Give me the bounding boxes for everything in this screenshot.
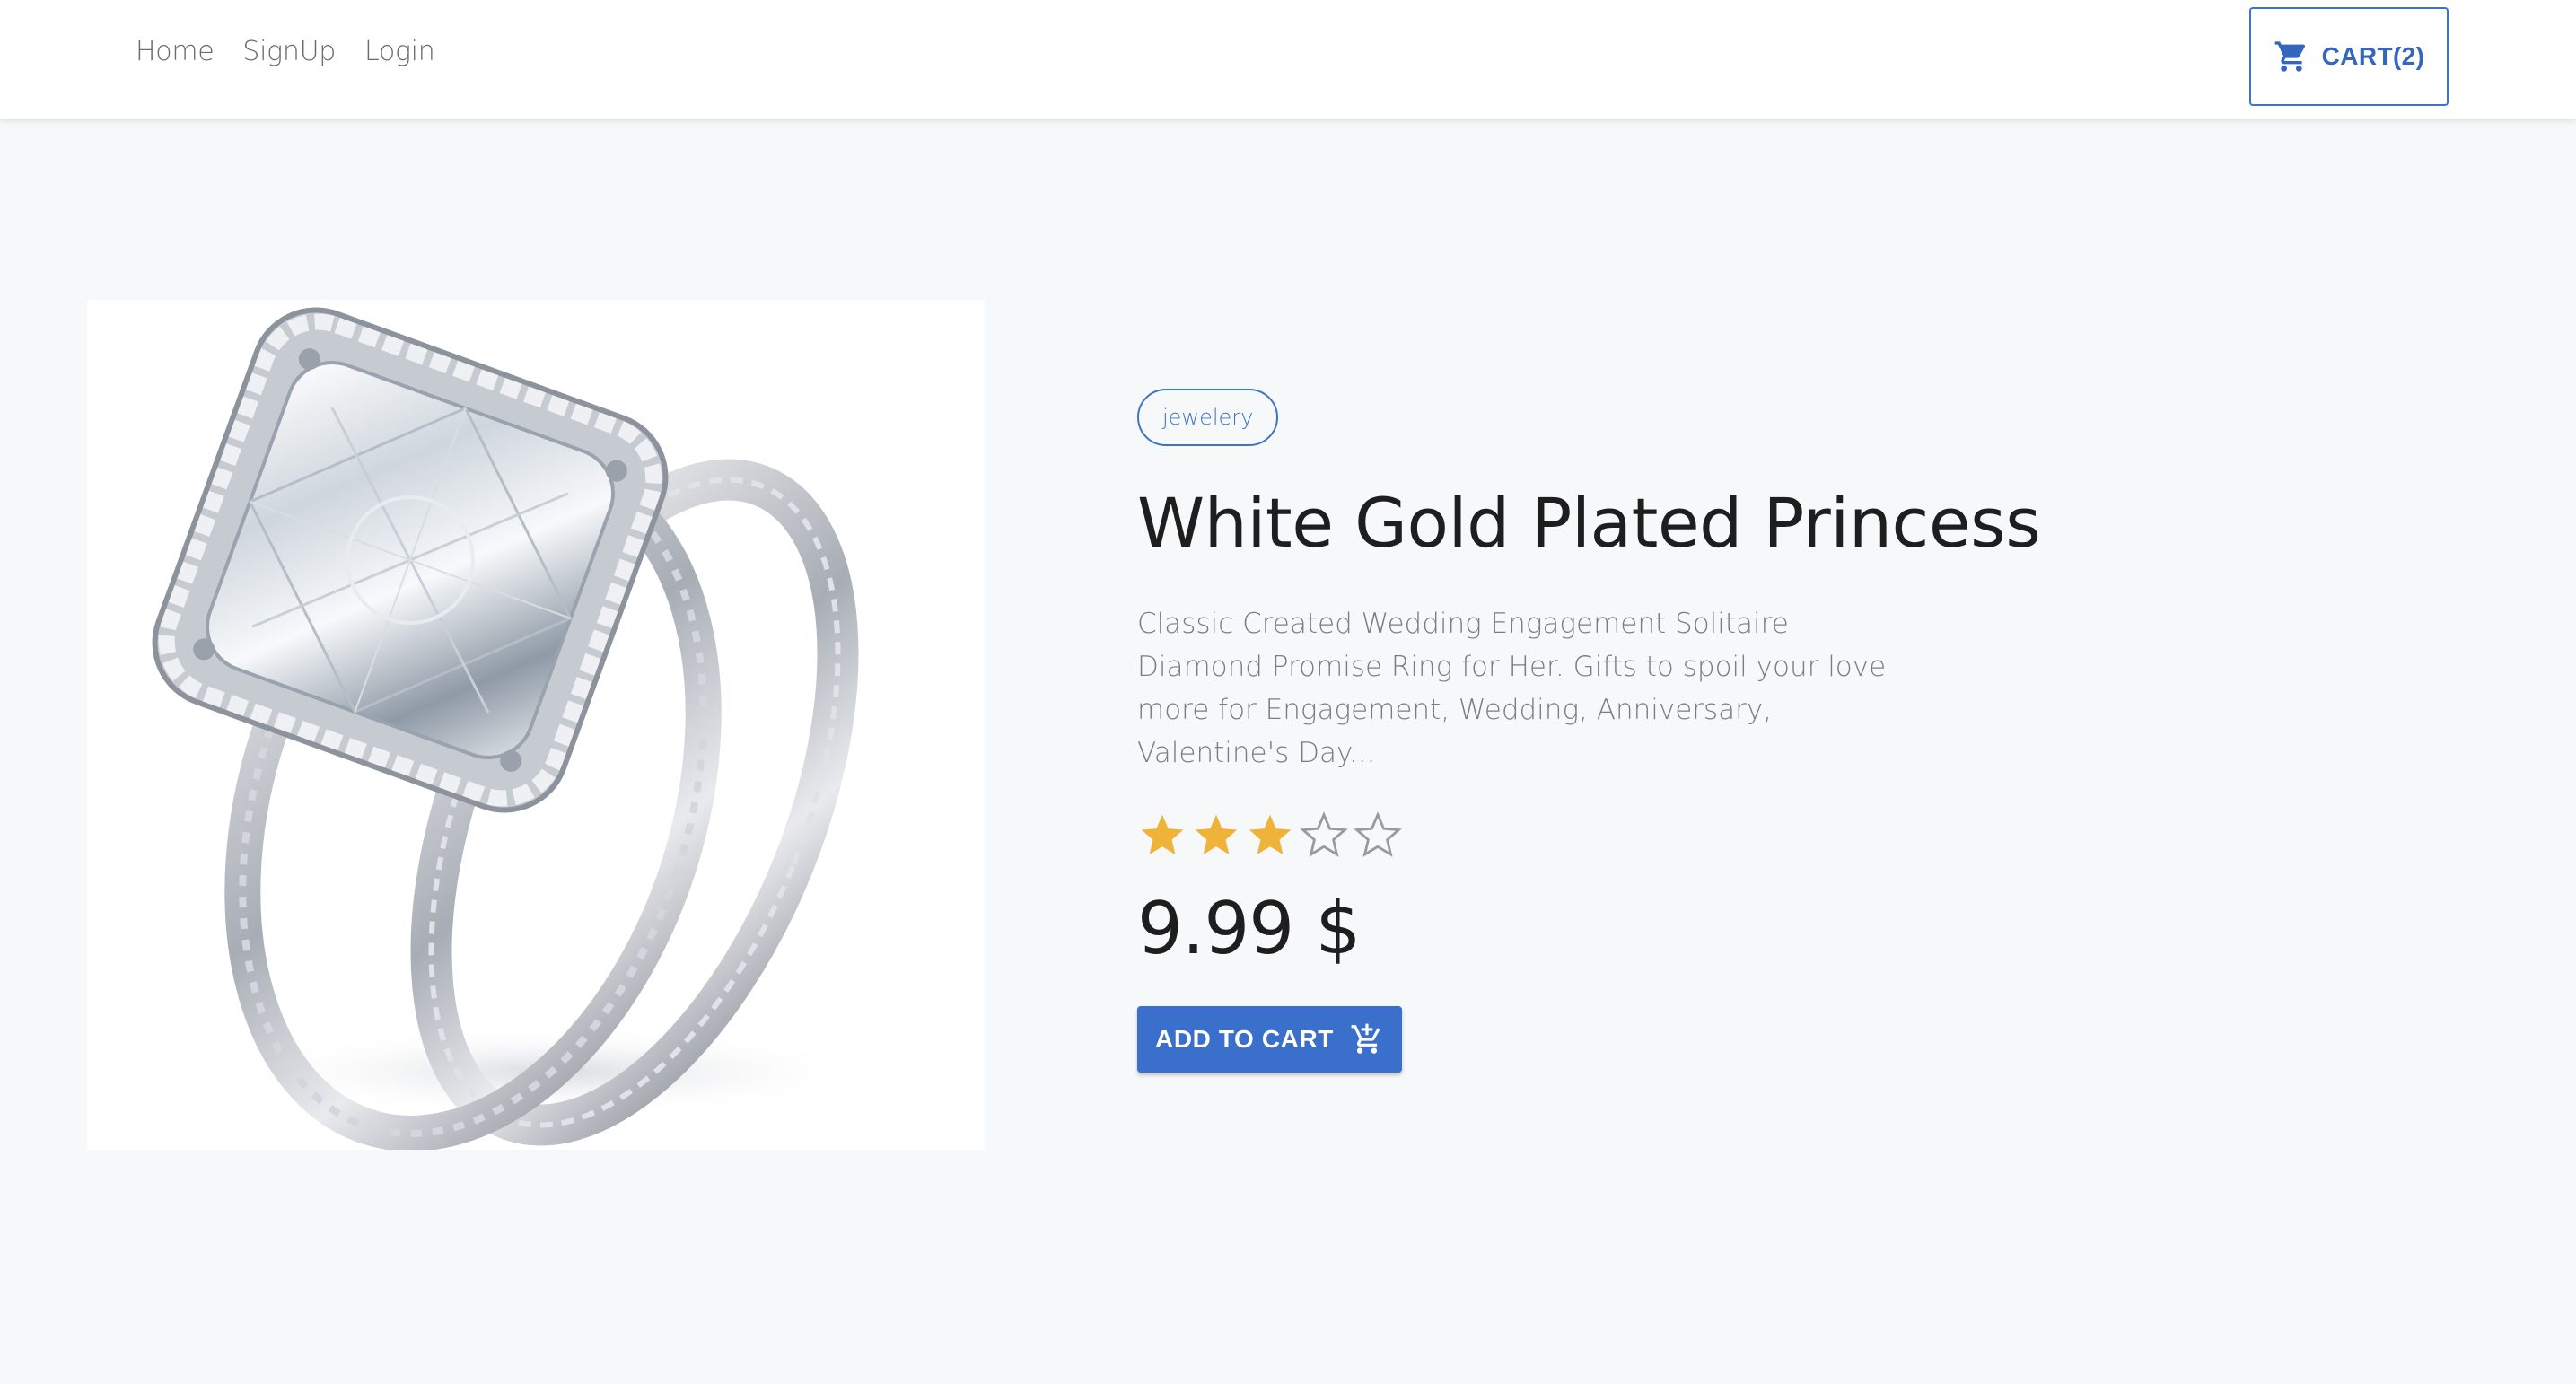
star-empty-icon [1299,810,1349,861]
product-title: White Gold Plated Princess [1137,483,2041,563]
top-navbar: Home SignUp Login CART(2) [0,0,2576,119]
product-details: jewelery White Gold Plated Princess Clas… [1137,389,2125,1073]
nav-signup-link[interactable]: SignUp [242,36,336,67]
nav-home-link[interactable]: Home [136,36,215,67]
product-description: Classic Created Wedding Engagement Solit… [1137,608,1887,769]
product-image [87,300,985,1150]
nav-links: Home SignUp Login [136,36,435,67]
star-rating [1137,810,2125,861]
add-to-cart-label: ADD TO CART [1155,1025,1334,1053]
star-empty-icon [1353,810,1403,861]
category-chip[interactable]: jewelery [1137,389,1279,446]
cart-button[interactable]: CART(2) [2249,7,2449,106]
add-shopping-cart-icon [1351,1023,1380,1054]
cart-label: CART(2) [2321,42,2425,70]
star-filled-icon [1137,810,1187,861]
shopping-cart-icon [2274,41,2305,72]
ring-illustration [87,300,985,1150]
star-filled-icon [1191,810,1241,861]
star-filled-icon [1245,810,1295,861]
add-to-cart-button[interactable]: ADD TO CART [1137,1006,1402,1073]
nav-login-link[interactable]: Login [364,36,435,67]
product-price: 9.99 $ [1137,887,1361,970]
